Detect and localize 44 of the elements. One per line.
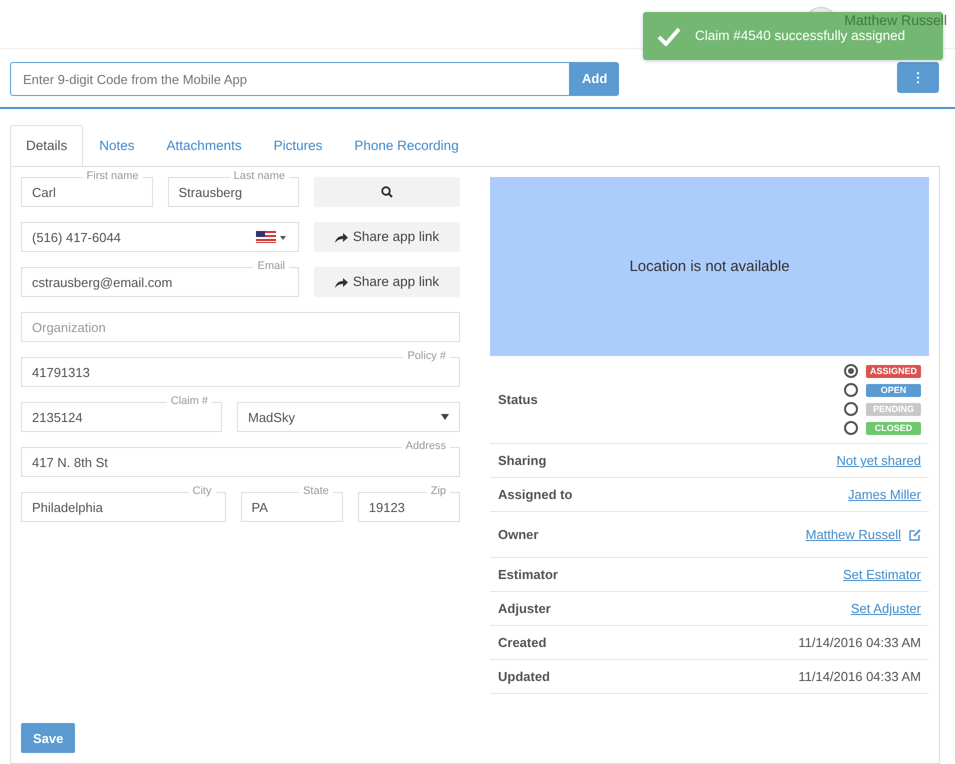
info-label: Sharing [498,452,546,470]
tab[interactable]: Pictures [258,125,338,166]
info-label: Assigned to [498,486,572,504]
check-icon [657,26,681,46]
toast-message: Claim #4540 successfully assigned [695,26,906,45]
status-radio[interactable] [844,402,858,416]
value-link[interactable]: James Miller [848,485,921,504]
field-label: Zip [426,484,450,498]
info-label: Adjuster [498,600,551,618]
dropdown-caret-icon [441,414,449,420]
share-app-link-button[interactable]: Share app link [314,222,460,252]
info-label: Status [498,391,538,409]
value-link[interactable]: Matthew Russell [806,525,901,544]
value-text: 11/14/2016 04:33 AM [798,668,921,686]
value-link[interactable]: Set Estimator [842,565,921,584]
phone-field[interactable]: (516) 417-6044 [21,222,299,252]
search-icon [381,186,393,198]
flag-dropdown-icon[interactable] [256,231,288,244]
location-message: Location is not available [629,256,790,276]
value-text: 11/14/2016 04:33 AM [798,634,921,652]
field-label: Policy # [403,349,450,364]
tab[interactable]: Phone Recording [338,125,475,166]
value-link[interactable]: Set Adjuster [850,599,921,618]
field-label: City [188,484,216,498]
tab[interactable]: Notes [83,125,151,166]
info-label: Owner [498,526,538,544]
share-app-link-button[interactable]: Share app link [314,267,460,298]
info-label: Created [498,634,546,652]
tab[interactable]: Attachments [150,125,258,166]
info-label: Estimator [498,566,558,584]
status-tag: OPEN [866,384,921,397]
tab[interactable]: Details [10,125,84,168]
select-field[interactable]: MadSky [237,402,460,432]
status-tag: CLOSED [866,422,921,435]
value-link[interactable]: Not yet shared [836,451,921,470]
edit-icon[interactable] [909,528,921,541]
share-arrow-icon [334,276,348,288]
status-radio[interactable] [844,383,858,398]
code-input-field[interactable]: Enter 9-digit Code from the Mobile App [10,62,570,96]
info-label: Updated [498,668,550,686]
share-arrow-icon [334,232,348,243]
status-radio[interactable] [844,364,858,378]
status-radio[interactable] [844,421,858,436]
status-tag: ASSIGNED [866,364,921,378]
